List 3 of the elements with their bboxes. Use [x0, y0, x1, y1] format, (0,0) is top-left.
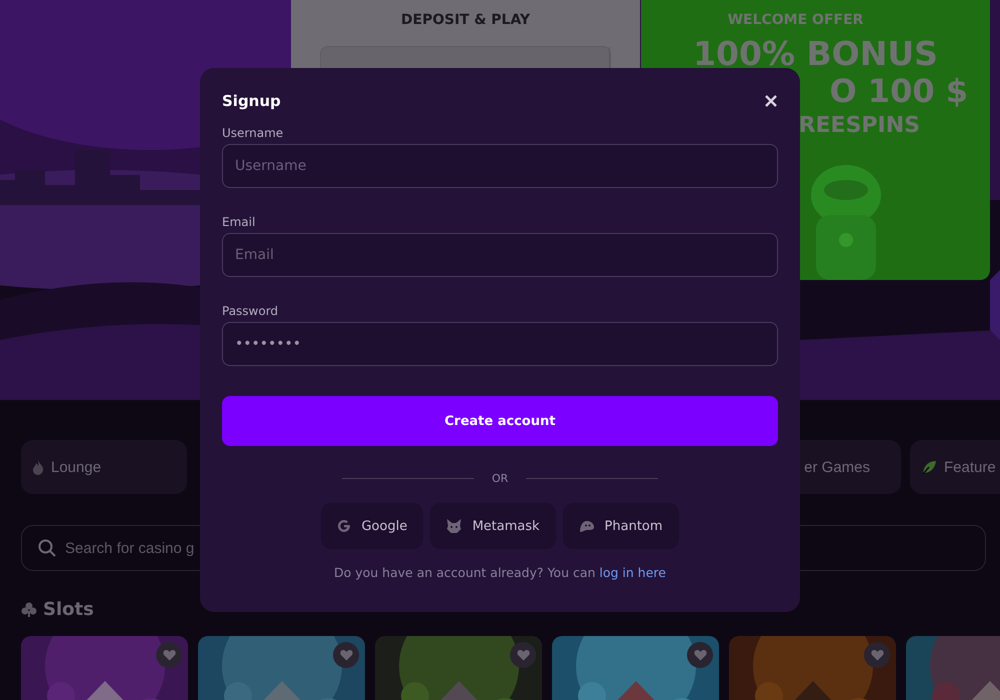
section-title: Slots — [43, 599, 94, 620]
or-divider-text: OR — [492, 472, 508, 485]
login-prompt: Do you have an account already? You can log in here — [333, 565, 667, 580]
